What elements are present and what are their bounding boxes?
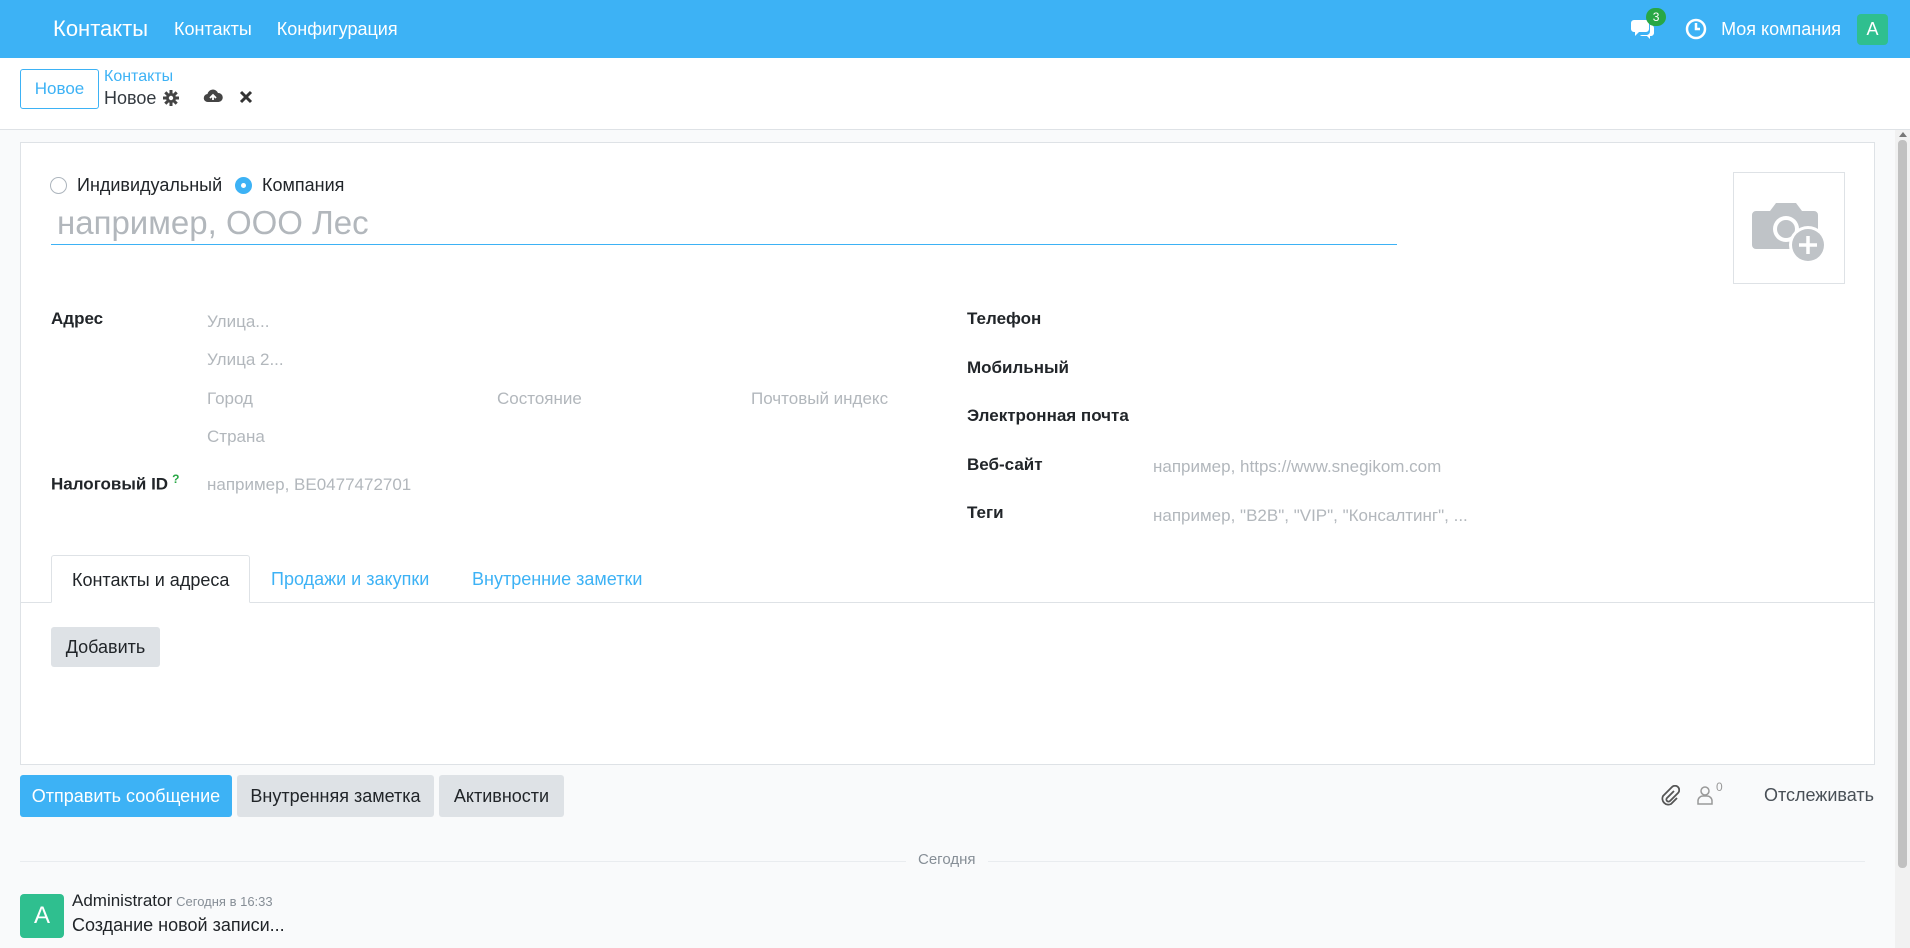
city-input[interactable]: Город — [207, 389, 253, 409]
discard-close-icon[interactable] — [238, 89, 256, 107]
camera-add-icon — [1752, 203, 1827, 264]
mobile-label: Мобильный — [967, 358, 1069, 377]
user-avatar[interactable]: A — [1857, 13, 1888, 45]
scrollbar-thumb[interactable] — [1898, 140, 1907, 868]
radio-individual-label[interactable]: Индивидуальный — [77, 175, 222, 196]
activity-clock-icon[interactable] — [1685, 18, 1707, 40]
phone-label: Телефон — [967, 309, 1042, 328]
company-switcher[interactable]: Моя компания — [1721, 19, 1841, 40]
country-input[interactable]: Страна — [207, 427, 265, 447]
state-input[interactable]: Состояние — [497, 389, 582, 409]
email-label: Электронная почта — [967, 406, 1129, 425]
website-label: Веб-сайт — [967, 455, 1043, 474]
breadcrumb-current: Новое — [104, 88, 157, 108]
save-cloud-icon[interactable] — [203, 87, 223, 105]
message-body: Создание новой записи... — [72, 915, 285, 935]
followers-count: 0 — [1716, 780, 1723, 794]
navbar-systray: 3 Моя компания A — [1631, 0, 1910, 58]
tax-id-input[interactable]: например, BE0477472701 — [207, 475, 411, 495]
paperclip-icon[interactable] — [1660, 784, 1681, 812]
send-message-button[interactable]: Отправить сообщение — [20, 775, 232, 817]
tab-internal-notes[interactable]: Внутренние заметки — [452, 555, 662, 603]
radio-individual[interactable] — [50, 177, 67, 194]
follow-button[interactable]: Отслеживать — [1764, 785, 1874, 806]
activities-button[interactable]: Активности — [439, 775, 564, 817]
tax-id-help-icon[interactable]: ? — [172, 472, 179, 486]
company-name-input[interactable] — [51, 201, 1397, 245]
tab-sales-purchase[interactable]: Продажи и закупки — [251, 555, 449, 603]
scroll-up-arrow[interactable] — [1899, 132, 1907, 137]
radio-company[interactable] — [235, 177, 252, 194]
message-avatar[interactable]: A — [20, 894, 64, 938]
messages-count-badge: 3 — [1646, 8, 1667, 26]
tax-id-label: Налоговый ID? — [51, 472, 180, 494]
page-scrollbar[interactable] — [1895, 130, 1910, 948]
app-title[interactable]: Контакты — [53, 16, 148, 42]
control-panel: Новое Контакты Новое — [0, 58, 1910, 130]
street2-input[interactable]: Улица 2... — [207, 350, 284, 370]
radio-company-label[interactable]: Компания — [262, 175, 344, 196]
breadcrumb-parent[interactable]: Контакты — [104, 68, 173, 86]
gear-icon[interactable] — [162, 89, 180, 107]
top-navbar: Контакты Контакты Конфигурация 3 Моя ком… — [0, 0, 1910, 58]
form-sheet: Индивидуальный Компания Адрес Улица... У… — [20, 142, 1875, 765]
street-input[interactable]: Улица... — [207, 312, 269, 332]
menu-configuration[interactable]: Конфигурация — [277, 19, 398, 40]
zip-input[interactable]: Почтовый индекс — [751, 389, 888, 409]
notebook-tabs: Контакты и адреса Продажи и закупки Внут… — [21, 555, 1874, 603]
date-separator: Сегодня — [906, 851, 988, 868]
tab-contacts-addresses[interactable]: Контакты и адреса — [51, 555, 251, 603]
log-note-button[interactable]: Внутренняя заметка — [237, 775, 434, 817]
add-contact-button[interactable]: Добавить — [51, 627, 160, 667]
followers-user-icon[interactable] — [1697, 785, 1713, 810]
new-button[interactable]: Новое — [20, 69, 99, 109]
menu-contacts[interactable]: Контакты — [174, 19, 252, 40]
website-input[interactable]: например, https://www.snegikom.com — [1153, 457, 1441, 477]
tags-input[interactable]: например, "B2B", "VIP", "Консалтинг", ..… — [1153, 506, 1468, 526]
image-upload[interactable] — [1733, 172, 1845, 284]
message-author: Administrator Сегодня в 16:33 — [72, 891, 273, 910]
messages-icon[interactable]: 3 — [1631, 8, 1667, 40]
message-time: Сегодня в 16:33 — [176, 894, 273, 909]
tags-label: Теги — [967, 503, 1004, 522]
address-label: Адрес — [51, 309, 104, 328]
